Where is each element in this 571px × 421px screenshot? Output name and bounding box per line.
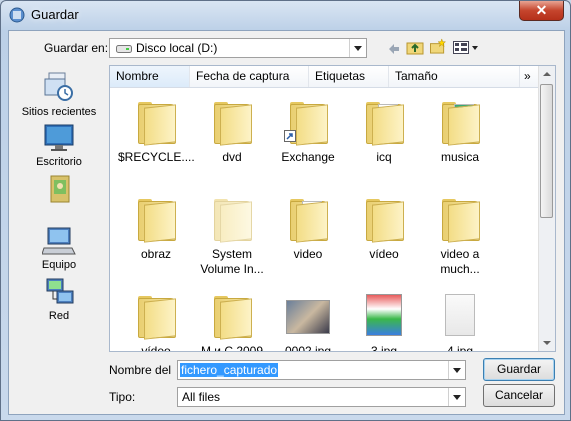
column-header-name[interactable]: Nombre [110, 66, 190, 87]
folder-icon [214, 102, 252, 146]
item-label: icq [376, 150, 392, 164]
save-dialog-icon [9, 7, 25, 23]
item-label: musica [440, 150, 479, 164]
vertical-scrollbar[interactable] [538, 66, 555, 351]
folder-icon [214, 199, 252, 243]
list-item[interactable]: musica [422, 96, 498, 165]
file-list[interactable]: Nombre Fecha de captura Etiquetas Tamaño… [109, 65, 556, 352]
item-label: 0002.jpg [284, 344, 332, 352]
filetype-value: All files [182, 390, 221, 404]
place-label: Sitios recientes [21, 106, 97, 118]
place-user[interactable] [9, 174, 109, 209]
chevron-down-icon[interactable] [448, 361, 465, 379]
item-label: 4.jpg [446, 344, 474, 352]
photo-folder-icon [442, 102, 480, 146]
item-label: video [293, 247, 323, 261]
item-label: M и C 2009 [200, 344, 264, 352]
folder-icon [366, 102, 404, 146]
folder-icon [138, 199, 176, 243]
place-recent[interactable]: Sitios recientes [9, 71, 109, 118]
item-label: vídeo [369, 247, 399, 261]
item-label: video a much... [440, 247, 480, 276]
location-value: Disco local (D:) [136, 41, 218, 55]
folder-icon [138, 296, 176, 340]
column-header-size[interactable]: Tamaño [389, 66, 520, 87]
item-label: $RECYCLE.... [118, 150, 195, 164]
item-label: System Volume In... [200, 247, 264, 276]
cancel-button[interactable]: Cancelar [483, 384, 555, 407]
image-thumbnail [366, 294, 402, 336]
chevron-down-icon[interactable] [349, 39, 366, 57]
network-icon [46, 278, 74, 304]
save-button[interactable]: Guardar [483, 358, 555, 381]
views-menu-icon[interactable] [453, 40, 479, 56]
place-network[interactable]: Red [9, 277, 109, 322]
item-label: Exchange [281, 150, 335, 164]
new-folder-icon[interactable] [429, 38, 447, 54]
places-bar: Sitios recientes Escritorio Equipo Red [9, 31, 109, 331]
scroll-up-arrow-icon[interactable] [543, 72, 551, 76]
folder-icon [366, 199, 404, 243]
place-computer[interactable]: Equipo [9, 226, 109, 271]
item-label: vídeo [141, 344, 171, 352]
recent-places-icon [44, 72, 73, 101]
scrollbar-thumb[interactable] [540, 84, 553, 218]
list-item[interactable]: M и C 2009 [194, 290, 270, 352]
folder-icon [214, 296, 252, 340]
folder-icon [442, 199, 480, 243]
place-label: Equipo [41, 259, 77, 271]
dialog-body: Guardar en: Disco local (D:) Sitios reci… [8, 30, 565, 415]
save-dialog-window: Guardar ✕ Guardar en: Disco local (D:) S… [0, 0, 571, 421]
shortcut-overlay-icon [284, 130, 296, 142]
item-label: dvd [222, 150, 242, 164]
scroll-down-arrow-icon[interactable] [543, 341, 551, 345]
filename-value: fichero_capturado [180, 363, 279, 377]
filetype-label: Tipo: [109, 390, 136, 404]
column-header-date[interactable]: Fecha de captura [190, 66, 309, 87]
list-item[interactable]: video [270, 193, 346, 262]
list-item[interactable]: System Volume In... [194, 193, 270, 277]
filetype-select[interactable]: All files [177, 387, 466, 407]
chevron-down-icon[interactable] [448, 388, 465, 406]
list-item[interactable]: icq [346, 96, 422, 165]
item-label: obraz [140, 247, 172, 261]
folder-icon [138, 102, 176, 146]
list-item[interactable]: obraz [118, 193, 194, 262]
up-folder-icon[interactable] [406, 39, 424, 55]
image-thumbnail [286, 300, 330, 334]
drive-icon [116, 45, 132, 53]
list-item[interactable]: 3.jpg [346, 290, 422, 352]
user-folder-icon [50, 175, 70, 203]
back-arrow-icon[interactable] [387, 41, 401, 57]
place-desktop[interactable]: Escritorio [9, 123, 109, 168]
title-bar[interactable]: Guardar ✕ [1, 1, 570, 29]
list-item[interactable]: vídeo [118, 290, 194, 352]
list-item[interactable]: $RECYCLE.... [118, 96, 195, 165]
image-thumbnail [445, 294, 475, 336]
list-item[interactable]: 4.jpg [422, 290, 498, 352]
desktop-icon [44, 124, 74, 151]
list-item[interactable]: vídeo [346, 193, 422, 262]
folder-icon [290, 199, 328, 243]
list-item[interactable]: 0002.jpg [270, 290, 346, 352]
list-item[interactable]: video a much... [422, 193, 498, 277]
filename-input[interactable]: fichero_capturado [177, 360, 466, 380]
column-header-tags[interactable]: Etiquetas [309, 66, 389, 87]
computer-icon [41, 227, 76, 255]
close-button[interactable]: ✕ [519, 1, 564, 21]
place-label: Red [48, 310, 70, 322]
more-columns-button[interactable]: » [520, 66, 540, 87]
item-label: 3.jpg [370, 344, 398, 352]
list-item[interactable]: dvd [194, 96, 270, 165]
location-combobox[interactable]: Disco local (D:) [109, 38, 367, 58]
window-title: Guardar [31, 7, 79, 22]
list-item[interactable]: Exchange [270, 96, 346, 165]
filename-label: Nombre del [109, 363, 172, 377]
place-label: Escritorio [36, 156, 82, 168]
column-header: Nombre Fecha de captura Etiquetas Tamaño… [110, 66, 540, 88]
